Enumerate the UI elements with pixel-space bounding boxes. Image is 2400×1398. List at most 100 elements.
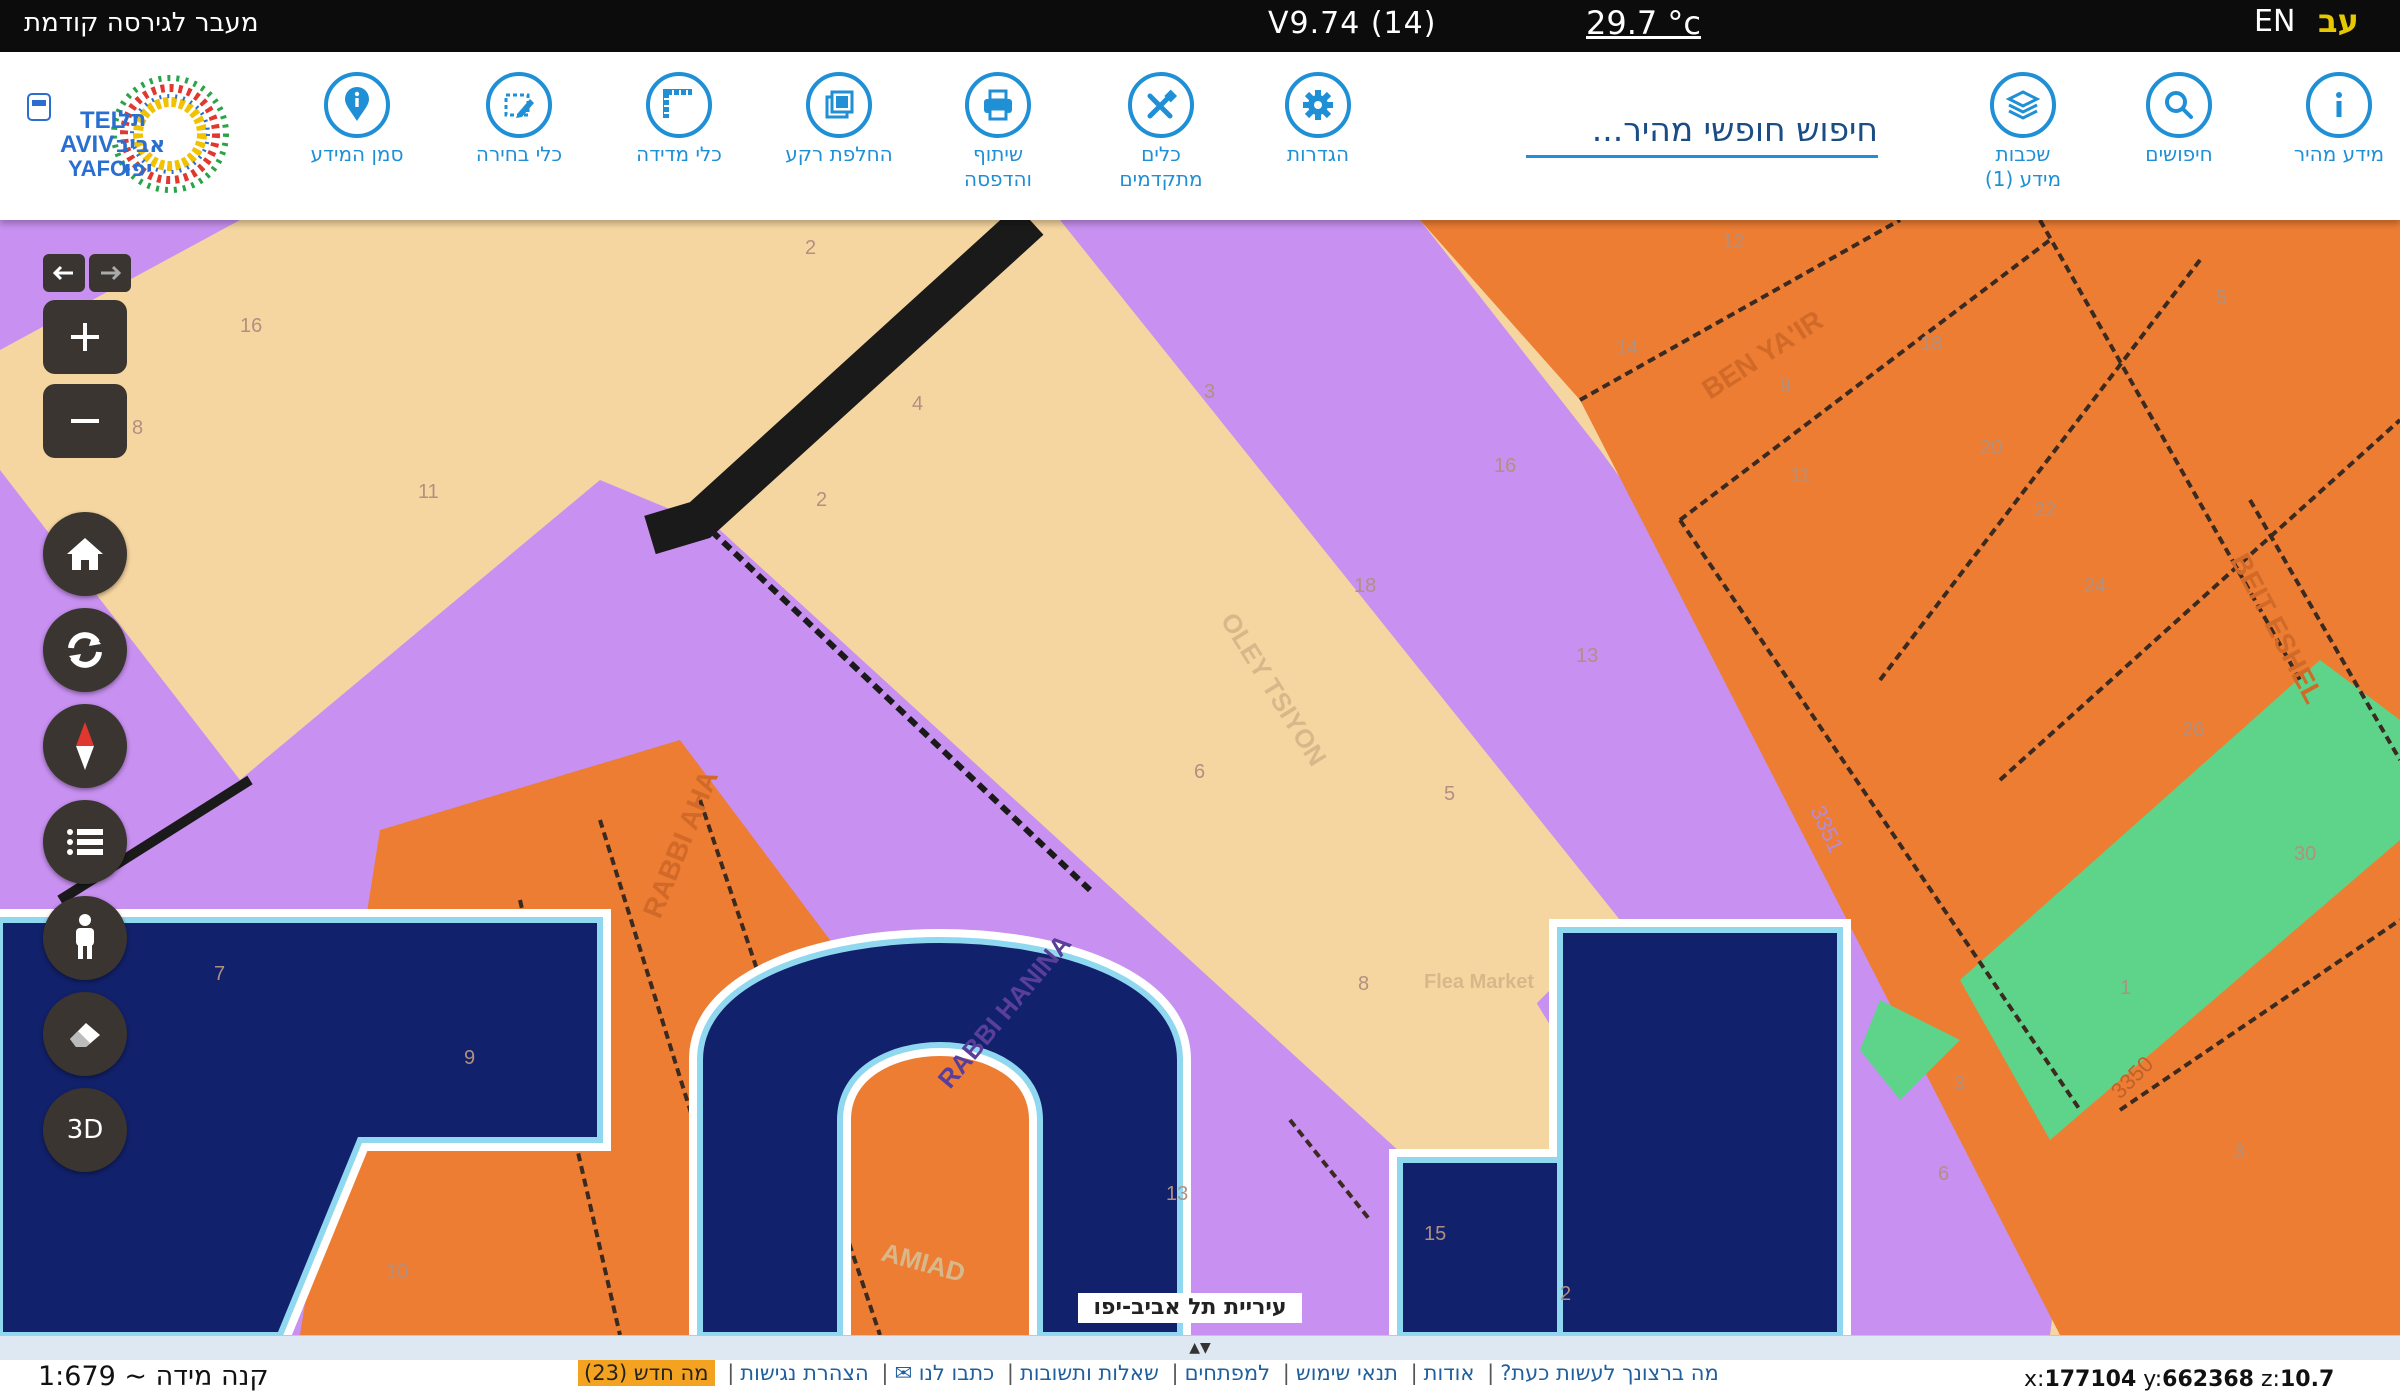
separator: | bbox=[1487, 1361, 1495, 1385]
svg-text:7: 7 bbox=[214, 963, 225, 985]
svg-text:11: 11 bbox=[418, 481, 439, 503]
forward-button[interactable] bbox=[89, 254, 131, 292]
measure-button[interactable]: כלי מדידה bbox=[604, 72, 754, 167]
share-print-label: שיתוף והדפסה bbox=[964, 142, 1032, 191]
svg-text:11: 11 bbox=[1790, 465, 1811, 487]
identify-label: סמן המידע bbox=[310, 142, 404, 166]
footer-link[interactable]: מה ברצונך לעשות כעת? bbox=[1500, 1361, 1719, 1385]
layers-button[interactable]: שכבות מידע (1) bbox=[1948, 72, 2098, 192]
svg-text:4: 4 bbox=[912, 393, 923, 415]
back-button[interactable] bbox=[43, 254, 85, 292]
list-icon bbox=[67, 829, 103, 855]
whats-new-link[interactable]: מה חדש (23) bbox=[578, 1360, 715, 1386]
svg-text:12: 12 bbox=[1722, 231, 1744, 253]
street-view-button[interactable] bbox=[43, 896, 127, 980]
x-value: 177104 bbox=[2044, 1367, 2137, 1392]
arrow-right-icon bbox=[101, 265, 122, 281]
y-value: 662368 bbox=[2162, 1367, 2254, 1392]
identify-button[interactable]: סמן המידע bbox=[282, 72, 432, 167]
separator: | bbox=[1410, 1361, 1418, 1385]
svg-text:14: 14 bbox=[1616, 337, 1638, 359]
refresh-button[interactable] bbox=[43, 608, 127, 692]
clear-button[interactable] bbox=[43, 992, 127, 1076]
svg-text:2: 2 bbox=[816, 489, 827, 511]
svg-text:8: 8 bbox=[1358, 973, 1369, 995]
advanced-tools-button[interactable]: כלים מתקדמים bbox=[1086, 72, 1236, 192]
pin-info-icon bbox=[324, 72, 390, 138]
separator: | bbox=[1006, 1361, 1014, 1385]
map-canvas[interactable]: BEN YA'IR BEIT ESHEL RABBI AHA OLEY TSIY… bbox=[0, 220, 2400, 1335]
svg-text:5: 5 bbox=[1444, 783, 1455, 805]
city-emblem-icon bbox=[27, 93, 51, 121]
logo-text-yafo: YAFO bbox=[68, 156, 127, 181]
quick-search-input[interactable]: חיפוש חופשי מהיר... bbox=[1526, 100, 1878, 158]
scale-label: קנה מידה ~ 1:679 bbox=[38, 1361, 269, 1392]
svg-text:3: 3 bbox=[1204, 381, 1215, 403]
svg-text:24: 24 bbox=[2084, 575, 2106, 597]
share-print-button[interactable]: שיתוף והדפסה bbox=[923, 72, 1073, 192]
svg-text:26: 26 bbox=[2182, 719, 2204, 741]
basemap-button[interactable]: החלפת רקע bbox=[764, 72, 914, 167]
svg-text:30: 30 bbox=[2294, 843, 2316, 865]
home-icon bbox=[67, 538, 103, 570]
select-button[interactable]: כלי בחירה bbox=[444, 72, 594, 167]
svg-text:18: 18 bbox=[1354, 575, 1376, 597]
logo-text-aviv: AVIV bbox=[60, 131, 114, 158]
y-label: y: bbox=[2143, 1367, 2163, 1392]
svg-text:16: 16 bbox=[240, 315, 262, 337]
footer-link[interactable]: שאלות ותשובות bbox=[1020, 1361, 1159, 1385]
svg-text:9: 9 bbox=[464, 1047, 475, 1069]
main-toolbar: מידע מהיר חיפושים שכבות מידע (1) חיפוש ח… bbox=[0, 52, 2400, 220]
settings-button[interactable]: הגדרות bbox=[1243, 72, 1393, 167]
footer-link[interactable]: כתבו לנו ✉ bbox=[894, 1361, 994, 1385]
tel-aviv-yafo-logo[interactable]: TEL AVIV YAFO תל אביב יפו bbox=[20, 74, 250, 204]
svg-text:2: 2 bbox=[805, 237, 816, 259]
panel-resize-handle[interactable]: ▲▼ bbox=[0, 1335, 2400, 1360]
separator: | bbox=[881, 1361, 889, 1385]
svg-text:8: 8 bbox=[132, 417, 143, 439]
footer-link[interactable]: אודות bbox=[1424, 1361, 1475, 1385]
basemap-icon bbox=[806, 72, 872, 138]
separator: | bbox=[1282, 1361, 1290, 1385]
svg-text:6: 6 bbox=[1938, 1163, 1949, 1185]
map-attribution: עיריית תל אביב-יפו bbox=[1078, 1293, 1302, 1323]
svg-text:3: 3 bbox=[2234, 1141, 2245, 1163]
svg-text:2: 2 bbox=[1560, 1283, 1571, 1305]
logo-text-he-tel: תל bbox=[118, 107, 146, 132]
searches-button[interactable]: חיפושים bbox=[2104, 72, 2254, 167]
bottom-bar: ▲▼ קנה מידה ~ 1:679 מה ברצונך לעשות כעת?… bbox=[0, 1335, 2400, 1398]
zoom-in-button[interactable] bbox=[43, 300, 127, 374]
compass-icon bbox=[76, 722, 94, 770]
select-label: כלי בחירה bbox=[475, 142, 563, 166]
3d-button[interactable]: 3D bbox=[43, 1088, 127, 1172]
layers-label: שכבות מידע (1) bbox=[1984, 142, 2062, 191]
compass-button[interactable] bbox=[43, 704, 127, 788]
separator: | bbox=[1171, 1361, 1179, 1385]
footer-link[interactable]: הצהרת נגישות bbox=[740, 1361, 868, 1385]
language-english[interactable]: EN bbox=[2254, 4, 2295, 39]
footer-link[interactable]: למפתחים bbox=[1185, 1361, 1270, 1385]
zoom-out-button[interactable] bbox=[43, 384, 127, 458]
svg-text:13: 13 bbox=[1166, 1183, 1188, 1205]
z-value: 10.7 bbox=[2279, 1367, 2335, 1392]
language-hebrew[interactable]: עב bbox=[2318, 2, 2359, 40]
ruler-icon bbox=[646, 72, 712, 138]
svg-text:9: 9 bbox=[1780, 375, 1791, 397]
quick-info-button[interactable]: מידע מהיר bbox=[2264, 72, 2400, 167]
settings-label: הגדרות bbox=[1286, 142, 1350, 166]
previous-version-link[interactable]: מעבר לגירסה קודמת bbox=[24, 8, 258, 38]
svg-text:22: 22 bbox=[2034, 499, 2056, 521]
svg-text:16: 16 bbox=[1494, 455, 1516, 477]
separator: | bbox=[727, 1361, 735, 1385]
plus-icon bbox=[71, 323, 99, 351]
3d-label: 3D bbox=[66, 1115, 104, 1145]
legend-list-button[interactable] bbox=[43, 800, 127, 884]
basemap-label: החלפת רקע bbox=[785, 142, 893, 166]
print-icon bbox=[965, 72, 1031, 138]
advanced-tools-label: כלים מתקדמים bbox=[1119, 142, 1203, 191]
home-button[interactable] bbox=[43, 512, 127, 596]
poi-label: Flea Market bbox=[1424, 971, 1534, 993]
select-icon bbox=[486, 72, 552, 138]
temperature-link[interactable]: 29.7 °c bbox=[1586, 4, 1701, 42]
footer-link[interactable]: תנאי שימוש bbox=[1296, 1361, 1398, 1385]
